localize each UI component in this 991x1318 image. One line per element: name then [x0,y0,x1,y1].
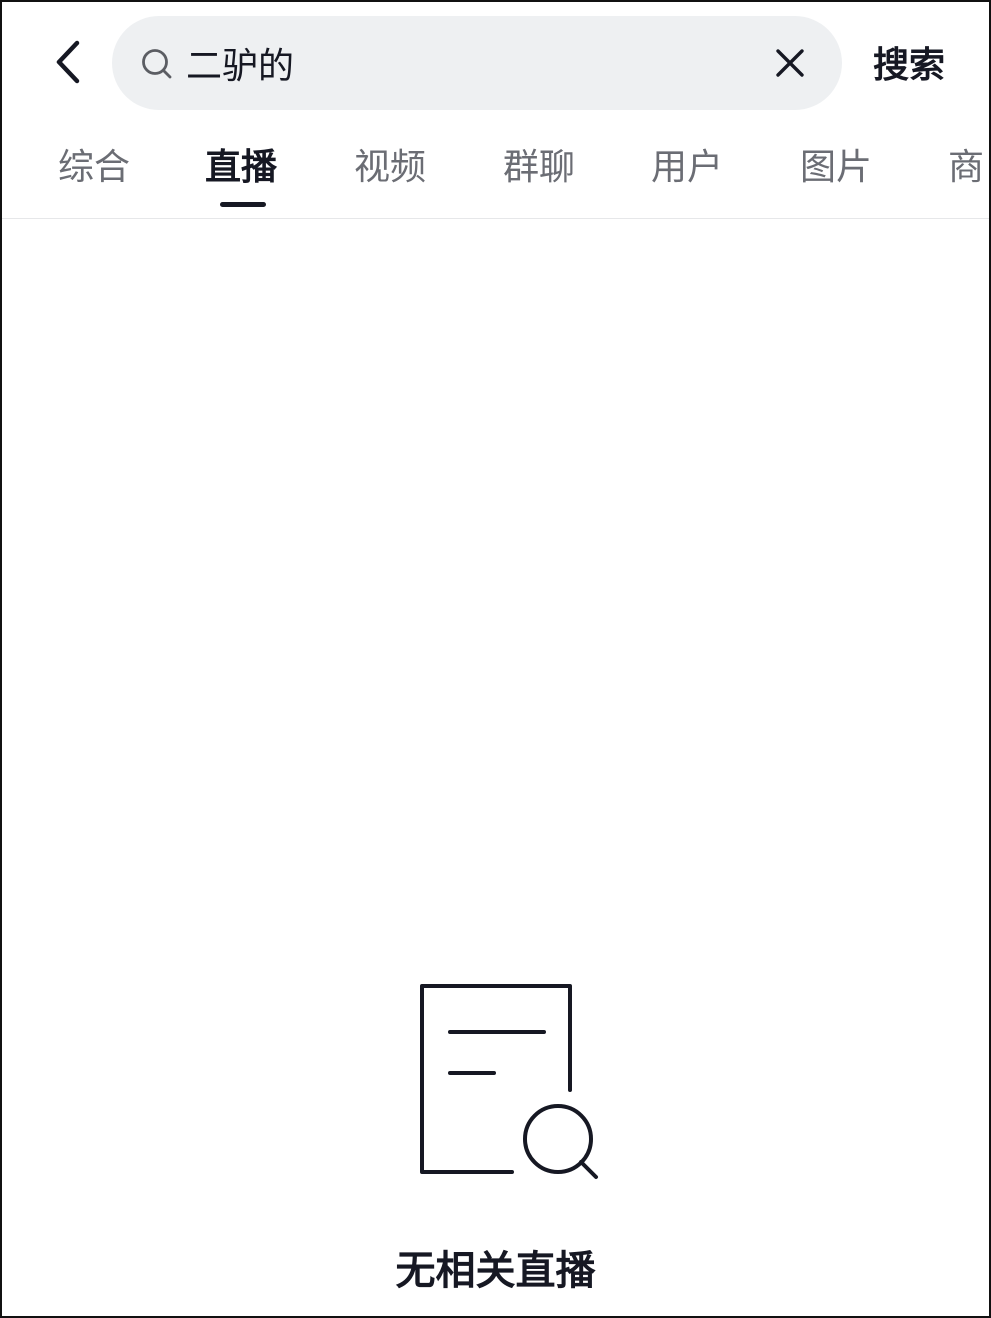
search-header: 搜索 [2,2,989,122]
result-tabs: 综合 直播 视频 群聊 用户 图片 商 [2,128,989,219]
tab-images[interactable]: 图片 [800,140,872,204]
tab-live[interactable]: 直播 [205,140,277,204]
clear-search-button[interactable] [762,38,818,88]
tab-shop[interactable]: 商 [948,140,984,204]
tab-comprehensive[interactable]: 综合 [58,140,130,204]
chevron-left-icon [56,40,80,84]
document-search-icon [420,984,598,1179]
empty-state: 无相关直播 [2,962,989,1316]
search-submit-button[interactable]: 搜索 [854,32,964,92]
tab-group-chat[interactable]: 群聊 [503,140,575,204]
app-screen: 搜索 综合 直播 视频 群聊 用户 图片 商 无相关直播 [0,0,991,1318]
tab-users[interactable]: 用户 [651,140,723,204]
empty-state-message: 无相关直播 [395,1248,596,1294]
back-button[interactable] [38,32,98,92]
search-icon [142,49,172,79]
active-tab-indicator [220,202,266,207]
search-box[interactable] [112,16,842,110]
tab-video[interactable]: 视频 [354,140,426,204]
search-input[interactable] [186,32,746,94]
close-icon [776,49,804,77]
